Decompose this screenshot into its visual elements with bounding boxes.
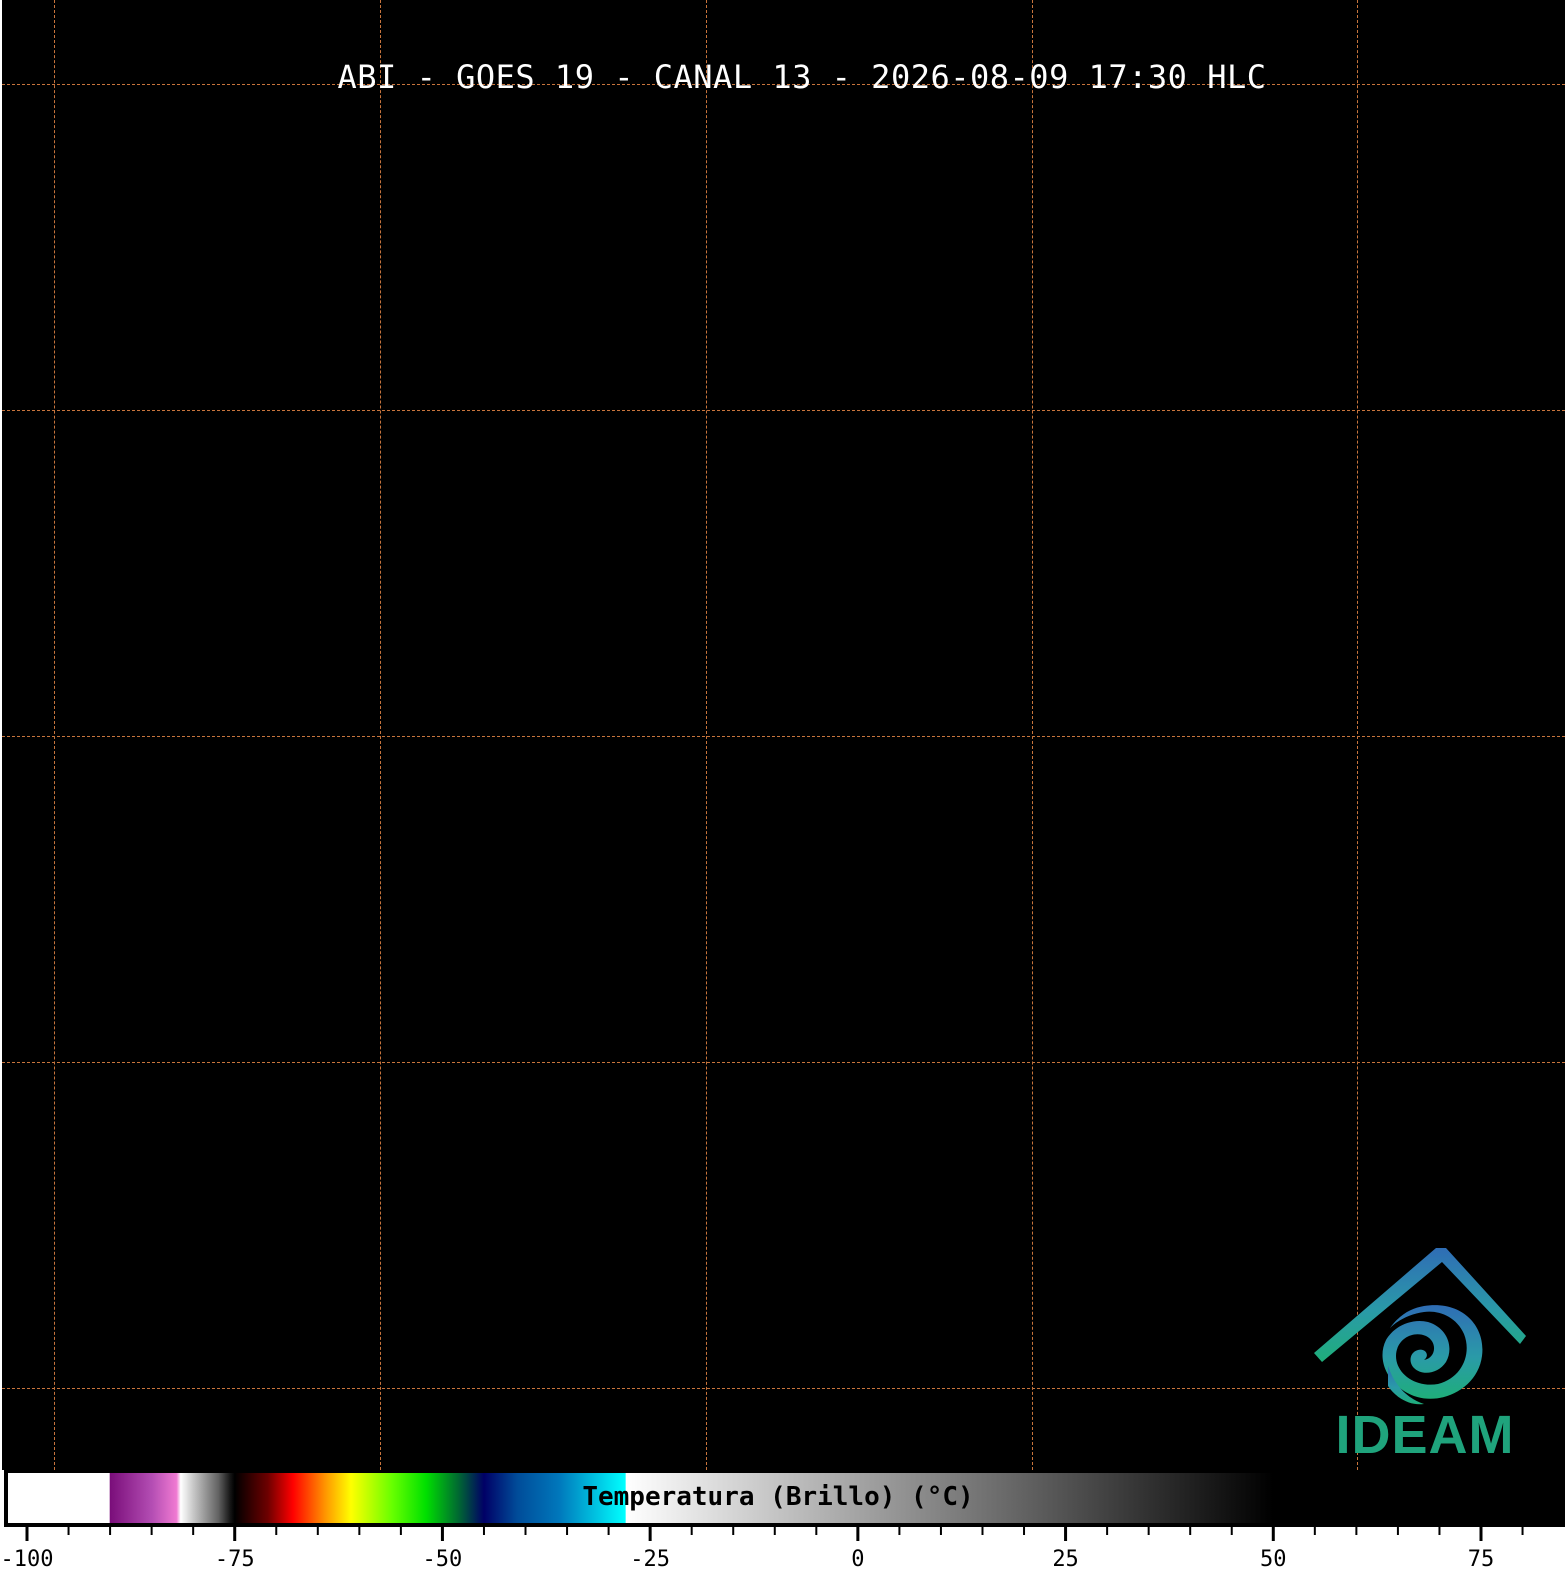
colorbar-tick-label: 25 [1052,1547,1079,1572]
grid-meridian-line [54,0,55,1470]
colorbar-tick-label: 75 [1468,1547,1495,1572]
colorbar-label: Temperatura (Brillo) (°C) [582,1482,974,1512]
colorbar-tick-label: 50 [1260,1547,1287,1572]
grid-meridian-line [706,0,707,1470]
colorbar-tick-label: -25 [630,1547,670,1572]
grid-parallel-line [2,1062,1565,1063]
colorbar-tick-label: -100 [1,1547,54,1572]
satellite-image-panel: ABI - GOES 19 - CANAL 13 - 2026-08-09 17… [2,0,1565,1470]
grid-parallel-line [2,410,1565,411]
grid-parallel-line [2,736,1565,737]
grid-meridian-line [1032,0,1033,1470]
grid-meridian-line [380,0,381,1470]
colorbar-tick-label: 0 [851,1547,864,1572]
image-title: ABI - GOES 19 - CANAL 13 - 2026-08-09 17… [337,58,1267,96]
colorbar-tick-label: -50 [423,1547,463,1572]
ideam-logo-text: IDEAM [1335,1405,1515,1465]
colorbar-tick-label: -75 [215,1547,255,1572]
